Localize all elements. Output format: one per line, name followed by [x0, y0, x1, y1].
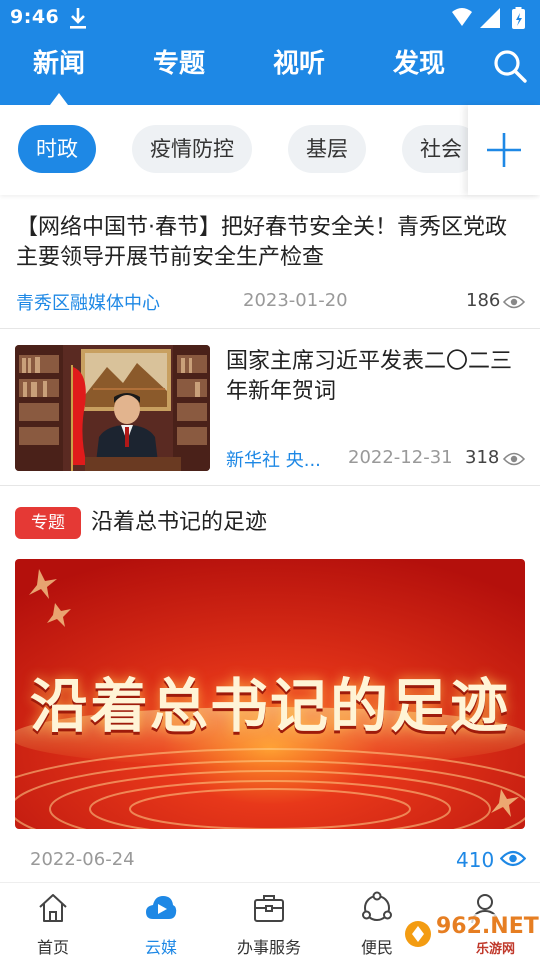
- chip-epidemic-control[interactable]: 疫情防控: [132, 125, 252, 173]
- download-icon: [70, 8, 86, 29]
- plus-icon: [487, 133, 521, 167]
- tab-topics[interactable]: 专题: [134, 42, 224, 86]
- bottom-nav-label: 办事服务: [236, 938, 301, 957]
- bottom-nav-label: 首页: [36, 938, 69, 957]
- bottom-nav-label: 云媒: [144, 938, 177, 957]
- chip-politics[interactable]: 时政: [18, 125, 96, 173]
- eye-icon: [500, 850, 526, 867]
- news-item[interactable]: 国家主席习近平发表二〇二三年新年贺词 新华社 央... 2022-12-31 3…: [0, 330, 540, 486]
- site-watermark: 962.NET 乐游网: [402, 908, 539, 957]
- share-circle-icon: [362, 891, 392, 921]
- news-thumbnail: [15, 345, 210, 471]
- news-date: 2023-01-20: [243, 290, 348, 311]
- bottom-nav-services[interactable]: 办事服务: [224, 883, 314, 960]
- briefcase-icon: [254, 895, 284, 922]
- battery-icon: [512, 7, 525, 29]
- topic-date: 2022-06-24: [30, 849, 135, 870]
- active-tab-indicator: [50, 93, 68, 105]
- add-channel-button[interactable]: [468, 105, 540, 195]
- home-icon: [39, 894, 67, 922]
- view-count: 410: [456, 848, 495, 872]
- news-title: 【网络中国节·春节】把好春节安全关！青秀区党政主要领导开展节前安全生产检查: [16, 215, 507, 270]
- chip-grassroots[interactable]: 基层: [288, 125, 366, 173]
- topic-title: 沿着总书记的足迹: [91, 510, 268, 535]
- tab-discover[interactable]: 发现: [374, 42, 464, 86]
- bottom-nav-home[interactable]: 首页: [8, 883, 98, 960]
- eye-icon: [503, 295, 525, 309]
- bottom-nav-cloud-media[interactable]: 云媒: [116, 883, 206, 960]
- status-bar: 9:46: [0, 0, 540, 38]
- banner-headline: 沿着总书记的足迹: [29, 672, 510, 740]
- search-icon[interactable]: [492, 48, 528, 84]
- tab-audiovisual[interactable]: 视听: [254, 42, 344, 86]
- signal-icon: [480, 8, 500, 28]
- special-topic-card[interactable]: 专题 沿着总书记的足迹 沿着总书记的足迹 2022-06-24 410: [0, 487, 540, 882]
- view-count: 186: [466, 290, 501, 311]
- status-time: 9:46: [10, 6, 60, 28]
- news-source: 青秀区融媒体中心: [16, 293, 160, 314]
- news-title: 国家主席习近平发表二〇二三年新年贺词: [226, 349, 513, 404]
- channel-chip-bar: 时政 疫情防控 基层 社会: [0, 105, 540, 195]
- top-nav-tabs: 新闻 专题 视听 发现: [0, 42, 540, 92]
- tab-news[interactable]: 新闻: [14, 42, 104, 86]
- view-count: 318: [465, 447, 500, 468]
- topic-tag: 专题: [15, 507, 81, 539]
- news-item[interactable]: 【网络中国节·春节】把好春节安全关！青秀区党政主要领导开展节前安全生产检查 青秀…: [0, 195, 540, 329]
- status-icons: [452, 7, 525, 29]
- watermark-sub: 乐游网: [476, 942, 516, 957]
- watermark-brand: 962.NET: [436, 914, 539, 939]
- top-header: 9:46 新闻 专题 视听 发现: [0, 0, 540, 105]
- wifi-icon: [452, 8, 472, 26]
- topic-banner[interactable]: 沿着总书记的足迹: [15, 559, 525, 829]
- eye-icon: [503, 452, 525, 466]
- cloud-icon: [146, 896, 177, 919]
- news-source: 新华社 央...: [226, 450, 321, 471]
- news-date: 2022-12-31: [348, 447, 453, 468]
